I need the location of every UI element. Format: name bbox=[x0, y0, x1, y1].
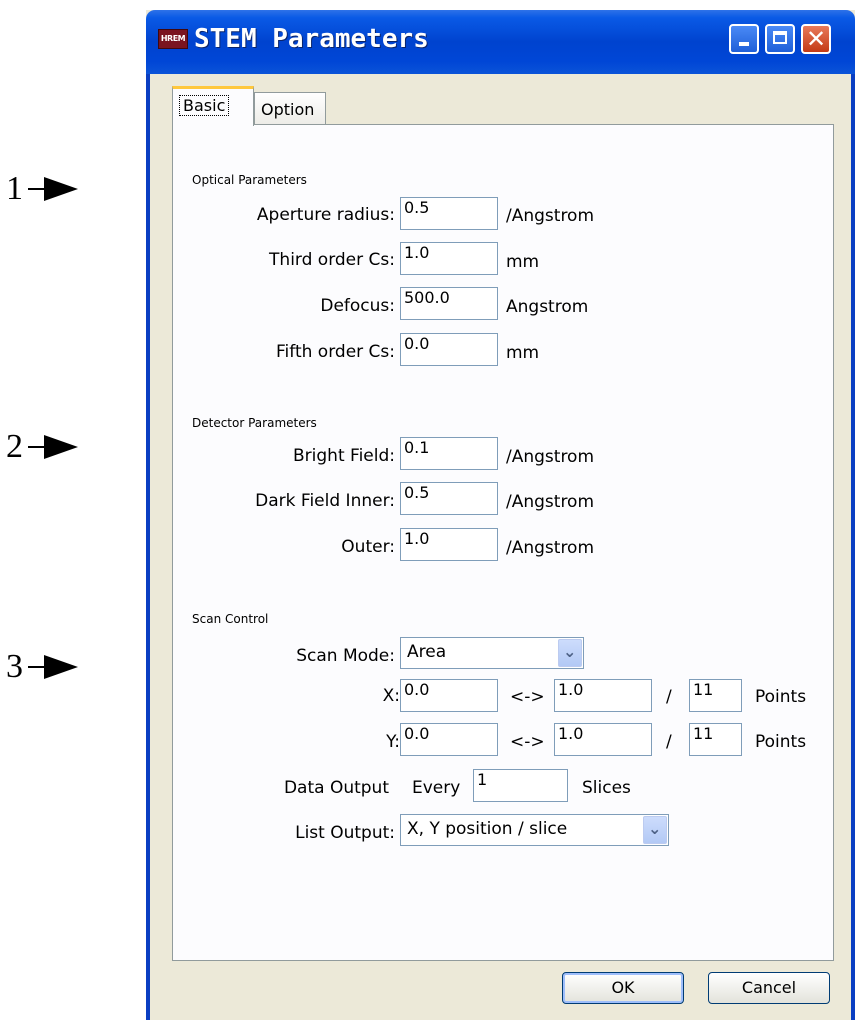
outer-input[interactable]: 1.0 bbox=[400, 528, 498, 561]
y-label: Y: bbox=[386, 732, 400, 752]
x-to-input[interactable]: 1.0 bbox=[554, 679, 652, 712]
defocus-input[interactable]: 500.0 bbox=[400, 287, 498, 320]
y-points-input[interactable]: 11 bbox=[689, 723, 742, 756]
x-range-arrow: <-> bbox=[510, 687, 545, 707]
cancel-button[interactable]: Cancel bbox=[708, 972, 830, 1004]
title-bar[interactable]: HREM STEM Parameters ✕ bbox=[146, 10, 855, 74]
list-output-dropdown-button[interactable]: ⌄ bbox=[643, 816, 667, 844]
dark-field-inner-unit: /Angstrom bbox=[506, 492, 595, 512]
minimize-icon bbox=[739, 42, 749, 46]
right-arrow-icon bbox=[28, 177, 84, 201]
marker-2: 2 bbox=[6, 428, 84, 466]
stem-parameters-dialog: HREM STEM Parameters ✕ Basic Option Opti… bbox=[146, 10, 855, 1020]
y-slash: / bbox=[666, 732, 672, 752]
x-from-input[interactable]: 0.0 bbox=[400, 679, 498, 712]
dark-field-inner-input[interactable]: 0.5 bbox=[400, 482, 498, 515]
right-arrow-icon bbox=[28, 435, 84, 459]
fifth-order-cs-input[interactable]: 0.0 bbox=[400, 333, 498, 366]
app-icon: HREM bbox=[158, 29, 188, 49]
dark-field-inner-label: Dark Field Inner: bbox=[255, 491, 395, 511]
bright-field-unit: /Angstrom bbox=[506, 447, 595, 467]
third-order-cs-unit: mm bbox=[506, 252, 540, 272]
outer-unit: /Angstrom bbox=[506, 538, 595, 558]
aperture-radius-input[interactable]: 0.5 bbox=[400, 197, 498, 230]
scan-mode-label: Scan Mode: bbox=[296, 646, 395, 666]
marker-number: 3 bbox=[6, 648, 23, 685]
outer-label: Outer: bbox=[341, 537, 395, 557]
minimize-button[interactable] bbox=[729, 24, 759, 54]
scan-mode-dropdown-button[interactable]: ⌄ bbox=[558, 639, 582, 667]
fifth-order-cs-label: Fifth order Cs: bbox=[276, 342, 395, 362]
list-output-label: List Output: bbox=[295, 823, 395, 843]
marker-1: 1 bbox=[6, 170, 84, 208]
list-output-value: X, Y position / slice bbox=[407, 819, 568, 839]
marker-number: 1 bbox=[6, 170, 23, 207]
defocus-unit: Angstrom bbox=[506, 297, 589, 317]
ok-button[interactable]: OK bbox=[562, 972, 684, 1004]
scan-mode-select[interactable]: Area ⌄ bbox=[400, 637, 584, 669]
window-title: STEM Parameters bbox=[194, 24, 429, 54]
close-button[interactable]: ✕ bbox=[801, 24, 831, 54]
chevron-down-icon: ⌄ bbox=[648, 819, 662, 838]
scan-control-heading: Scan Control bbox=[192, 612, 269, 626]
window-border-left bbox=[146, 74, 150, 1020]
every-slices-input[interactable]: 1 bbox=[473, 769, 568, 802]
tab-basic[interactable]: Basic bbox=[172, 86, 254, 126]
right-arrow-icon bbox=[28, 655, 84, 679]
optical-parameters-heading: Optical Parameters bbox=[192, 173, 307, 187]
tab-basic-label: Basic bbox=[179, 95, 230, 116]
aperture-radius-label: Aperture radius: bbox=[256, 205, 395, 225]
x-points-input[interactable]: 11 bbox=[689, 679, 742, 712]
tab-option[interactable]: Option bbox=[254, 92, 326, 126]
slices-label: Slices bbox=[582, 778, 631, 798]
chevron-down-icon: ⌄ bbox=[563, 642, 577, 661]
every-label: Every bbox=[412, 778, 461, 798]
defocus-label: Defocus: bbox=[320, 296, 395, 316]
marker-number: 2 bbox=[6, 428, 23, 465]
scan-mode-value: Area bbox=[407, 642, 447, 662]
maximize-icon bbox=[773, 31, 787, 44]
close-icon: ✕ bbox=[805, 25, 827, 53]
list-output-select[interactable]: X, Y position / slice ⌄ bbox=[400, 814, 669, 846]
fifth-order-cs-unit: mm bbox=[506, 343, 540, 363]
y-to-input[interactable]: 1.0 bbox=[554, 723, 652, 756]
y-from-input[interactable]: 0.0 bbox=[400, 723, 498, 756]
maximize-button[interactable] bbox=[765, 24, 795, 54]
detector-parameters-heading: Detector Parameters bbox=[192, 416, 317, 430]
aperture-radius-unit: /Angstrom bbox=[506, 206, 595, 226]
y-range-arrow: <-> bbox=[510, 732, 545, 752]
x-label: X: bbox=[382, 686, 400, 706]
window-border-right bbox=[851, 74, 855, 1020]
x-points-label: Points bbox=[755, 687, 807, 707]
marker-3: 3 bbox=[6, 648, 84, 686]
y-points-label: Points bbox=[755, 732, 807, 752]
bright-field-label: Bright Field: bbox=[293, 446, 395, 466]
data-output-label: Data Output bbox=[283, 778, 389, 798]
third-order-cs-input[interactable]: 1.0 bbox=[400, 242, 498, 275]
third-order-cs-label: Third order Cs: bbox=[269, 250, 395, 270]
bright-field-input[interactable]: 0.1 bbox=[400, 437, 498, 470]
tab-option-label: Option bbox=[261, 100, 315, 119]
x-slash: / bbox=[666, 687, 672, 707]
